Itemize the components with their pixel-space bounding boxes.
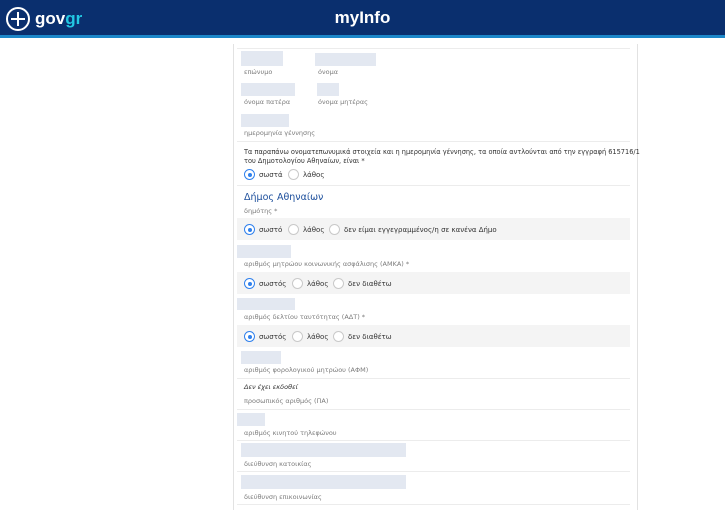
radio-citizen-wrong[interactable]: λάθος bbox=[288, 224, 324, 235]
radio-selected-icon bbox=[244, 169, 255, 180]
registry-statement-line1: Τα παραπάνω ονοματεπωνυμικά στοιχεία και… bbox=[244, 148, 640, 156]
radio-selected-icon bbox=[244, 331, 255, 342]
mother-name-label: όνομα μητέρας bbox=[318, 98, 368, 106]
address-redacted-value bbox=[241, 443, 406, 457]
mother-name-redacted-value bbox=[317, 83, 339, 96]
afm-label: αριθμός φορολογικού μητρώου (ΑΦΜ) bbox=[244, 366, 369, 374]
divider bbox=[237, 48, 630, 49]
citizen-label: δημότης * bbox=[244, 207, 278, 215]
contact-address-label: διεύθυνση επικοινωνίας bbox=[244, 493, 322, 501]
registry-statement-line2: του Δημοτολογίου Αθηναίων, είναι * bbox=[244, 157, 365, 165]
mobile-label: αριθμός κινητού τηλεφώνου bbox=[244, 429, 337, 437]
father-name-redacted-value bbox=[241, 83, 295, 96]
radio-selected-icon bbox=[244, 278, 255, 289]
surname-redacted-value bbox=[241, 51, 283, 66]
contact-address-redacted-value bbox=[241, 475, 406, 489]
divider bbox=[237, 378, 630, 379]
radio-adt-correct[interactable]: σωστός bbox=[244, 331, 286, 342]
radio-amka-correct[interactable]: σωστός bbox=[244, 278, 286, 289]
birth-date-redacted-value bbox=[241, 114, 289, 127]
divider bbox=[237, 185, 630, 186]
afm-redacted-value bbox=[241, 351, 281, 364]
adt-redacted-value bbox=[237, 298, 295, 310]
radio-registry-correct[interactable]: σωστά bbox=[244, 169, 283, 180]
adt-label: αριθμός δελτίου ταυτότητας (ΑΔΤ) * bbox=[244, 313, 366, 321]
radio-amka-wrong[interactable]: λάθος bbox=[292, 278, 328, 289]
page-title: myInfo bbox=[334, 8, 391, 27]
divider bbox=[237, 409, 630, 410]
birth-date-label: ημερομηνία γέννησης bbox=[244, 129, 316, 137]
radio-empty-icon bbox=[292, 331, 303, 342]
name-label: όνομα bbox=[318, 68, 339, 76]
radio-amka-not-available[interactable]: δεν διαθέτω bbox=[333, 278, 392, 289]
amka-redacted-value bbox=[237, 245, 291, 258]
radio-adt-not-available[interactable]: δεν διαθέτω bbox=[333, 331, 392, 342]
top-bar: gov gr myInfo bbox=[0, 0, 725, 38]
municipality-heading: Δήμος Αθηναίων bbox=[244, 192, 324, 203]
divider bbox=[237, 440, 630, 441]
radio-empty-icon bbox=[288, 224, 299, 235]
radio-registry-wrong[interactable]: λάθος bbox=[288, 169, 324, 180]
radio-empty-icon bbox=[333, 331, 344, 342]
amka-label: αριθμός μητρώου κοινωνικής ασφάλισης (ΑΜ… bbox=[244, 260, 410, 268]
radio-empty-icon bbox=[288, 169, 299, 180]
radio-empty-icon bbox=[333, 278, 344, 289]
radio-citizen-not-registered[interactable]: δεν είμαι εγγεγραμμένος/η σε κανένα Δήμο bbox=[329, 224, 497, 235]
pa-value: Δεν έχει εκδοθεί bbox=[244, 383, 298, 391]
address-label: διεύθυνση κατοικίας bbox=[244, 460, 312, 468]
name-redacted-value bbox=[315, 53, 376, 66]
radio-empty-icon bbox=[329, 224, 340, 235]
divider bbox=[237, 471, 630, 472]
divider bbox=[237, 141, 630, 142]
radio-citizen-correct[interactable]: σωστό bbox=[244, 224, 282, 235]
mobile-redacted-value bbox=[237, 413, 265, 426]
divider bbox=[237, 504, 630, 505]
pa-label: προσωπικός αριθμός (ΠΑ) bbox=[244, 397, 329, 405]
radio-adt-wrong[interactable]: λάθος bbox=[292, 331, 328, 342]
radio-empty-icon bbox=[292, 278, 303, 289]
father-name-label: όνομα πατέρα bbox=[244, 98, 291, 106]
surname-label: επώνυμο bbox=[244, 68, 273, 76]
radio-selected-icon bbox=[244, 224, 255, 235]
